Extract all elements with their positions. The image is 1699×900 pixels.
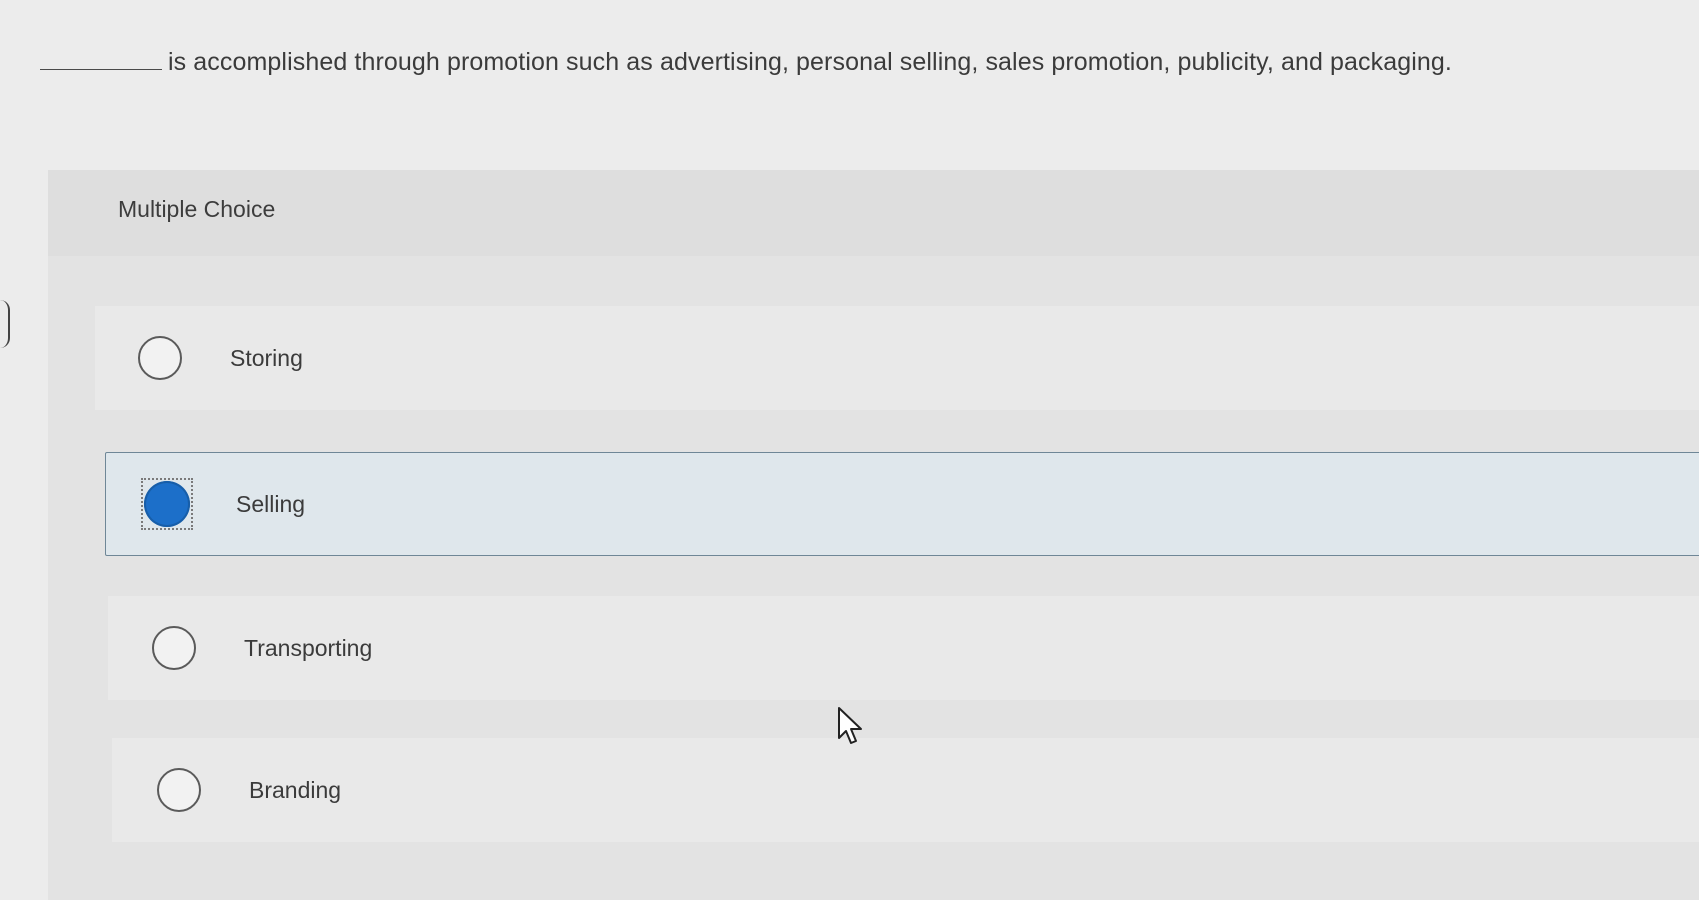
question-prompt: is accomplished through promotion such a… [40,48,1452,77]
radio-button-unselected[interactable] [157,768,201,812]
option-label: Storing [230,344,303,371]
option-label: Transporting [244,634,373,661]
option-selling[interactable]: Selling [105,452,1699,556]
fill-in-blank [40,51,162,70]
option-label: Branding [249,776,342,803]
option-transporting[interactable]: Transporting [108,596,1699,700]
radio-button-selected[interactable] [144,481,190,527]
radio-button-unselected[interactable] [138,336,182,380]
option-branding[interactable]: Branding [112,738,1699,842]
option-label: Selling [236,490,306,517]
window-edge-decoration [0,300,10,348]
radio-button-unselected[interactable] [152,626,196,670]
question-text: is accomplished through promotion such a… [168,48,1452,76]
option-storing[interactable]: Storing [95,306,1699,410]
mouse-pointer-icon [838,707,862,744]
multiple-choice-heading: Multiple Choice [118,196,276,222]
multiple-choice-header: Multiple Choice [48,170,1699,256]
radio-focus-ring[interactable] [141,478,193,530]
